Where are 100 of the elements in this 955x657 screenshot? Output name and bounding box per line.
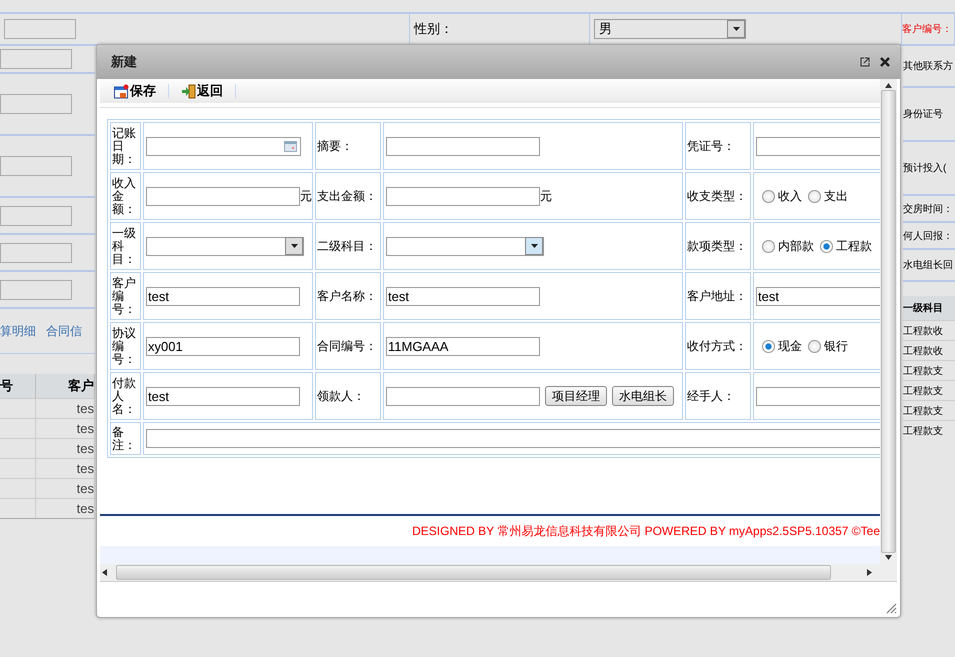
pick-button[interactable]: 项目经理 <box>545 386 607 406</box>
input-field[interactable] <box>0 94 72 114</box>
table-cell: tes <box>36 438 95 458</box>
radio-button[interactable] <box>762 240 775 252</box>
table-cell: tes <box>36 498 95 518</box>
column-header: 客户 <box>36 374 95 398</box>
gender-select[interactable]: 男 <box>594 19 746 39</box>
scroll-thumb[interactable] <box>116 565 831 580</box>
table-cell <box>0 478 36 498</box>
field-label: 协议编号： <box>110 322 141 370</box>
caret-down-icon <box>530 244 538 248</box>
radio-label: 收入 <box>778 188 802 204</box>
table-cell: 工程款支 <box>903 420 955 440</box>
scroll-thumb[interactable] <box>881 90 896 553</box>
field-label: 收付方式： <box>685 322 751 370</box>
radio-label: 银行 <box>824 338 848 354</box>
field-label: 身份证号 <box>903 88 955 142</box>
field-label: 何人回报： <box>903 223 955 250</box>
radio-button[interactable] <box>820 240 833 252</box>
text-field[interactable] <box>756 136 880 156</box>
field-label: 水电组长回 <box>903 250 955 282</box>
field-label: 二级科目： <box>315 222 381 270</box>
column-header: 号 <box>0 374 36 398</box>
select-field[interactable] <box>146 236 304 256</box>
table-cell: tes <box>36 398 95 418</box>
credits-text: DESIGNED BY 常州易龙信息科技有限公司 POWERED BY myApps2.5SP5.10357 ©Tee <box>412 522 880 540</box>
calendar-icon[interactable] <box>284 140 297 152</box>
field-label: 凭证号： <box>685 122 751 170</box>
text-field[interactable]: xy001 <box>146 336 300 356</box>
field-label: 款项类型： <box>685 222 751 270</box>
input-field[interactable] <box>0 156 72 176</box>
scroll-left-icon[interactable] <box>102 569 107 576</box>
tab-link[interactable]: 算明细 <box>0 322 36 340</box>
table-cell <box>0 458 36 478</box>
radio-button[interactable] <box>762 340 775 352</box>
radio-button[interactable] <box>808 190 821 202</box>
field-label: 备注： <box>110 422 141 455</box>
save-button[interactable]: 保存 <box>110 82 160 100</box>
field-label: 预计投入( <box>903 142 955 196</box>
table-cell <box>0 438 36 458</box>
radio-button[interactable] <box>808 340 821 352</box>
input-field[interactable] <box>0 280 72 300</box>
horizontal-scrollbar[interactable] <box>100 564 880 581</box>
input-field[interactable] <box>0 49 72 69</box>
remarks-field[interactable] <box>146 429 880 448</box>
exit-door-icon <box>181 84 196 98</box>
field-label: 收入金额： <box>110 172 141 220</box>
input-field[interactable] <box>4 19 76 39</box>
scroll-down-icon[interactable] <box>885 555 892 560</box>
input-field[interactable] <box>0 206 72 226</box>
text-field[interactable]: test <box>146 286 300 306</box>
date-field[interactable] <box>146 136 301 156</box>
table-cell: tes <box>36 478 95 498</box>
text-field[interactable]: 11MGAAA <box>386 336 540 356</box>
text-field[interactable] <box>756 386 880 406</box>
table-cell: tes <box>36 458 95 478</box>
scroll-right-icon[interactable] <box>867 569 872 576</box>
scroll-up-icon[interactable] <box>885 83 892 88</box>
field-label: 客户编号： <box>110 272 141 320</box>
radio-label: 现金 <box>778 338 802 354</box>
dropdown-button[interactable] <box>727 20 745 38</box>
field-label: 摘要： <box>315 122 381 170</box>
vertical-scrollbar[interactable] <box>880 79 897 564</box>
caret-down-icon <box>732 27 740 31</box>
text-field[interactable]: test <box>386 286 540 306</box>
field-label: 其他联系方 <box>903 46 955 88</box>
unit-label: 元 <box>540 188 552 204</box>
input-field[interactable] <box>0 242 72 262</box>
table-cell: 工程款支 <box>903 380 955 400</box>
field-label: 客户地址： <box>685 272 751 320</box>
field-label: 交房时间： <box>903 196 955 223</box>
radio-button[interactable] <box>762 190 775 202</box>
close-icon[interactable] <box>880 57 890 67</box>
unit-label: 元 <box>300 188 312 204</box>
field-label: 领款人： <box>315 372 381 420</box>
text-field[interactable] <box>386 136 540 156</box>
field-label: 合同编号： <box>315 322 381 370</box>
table-cell: 工程款收 <box>903 320 955 340</box>
text-field[interactable] <box>146 186 300 206</box>
save-icon <box>114 84 129 98</box>
caret-down-icon <box>290 244 298 248</box>
field-label: 一级科目： <box>110 222 141 270</box>
field-label: 客户编号： <box>902 14 955 44</box>
back-button[interactable]: 返回 <box>177 82 227 100</box>
field-label: 客户名称： <box>315 272 381 320</box>
popout-icon[interactable] <box>860 57 870 67</box>
text-field[interactable]: test <box>146 386 300 406</box>
select-field[interactable] <box>386 236 544 256</box>
text-field[interactable] <box>386 386 540 406</box>
radio-label: 支出 <box>824 188 848 204</box>
table-cell: 工程款收 <box>903 340 955 360</box>
tab-link[interactable]: 合同信 <box>46 322 82 340</box>
table-cell <box>0 498 36 518</box>
pick-button[interactable]: 水电组长 <box>612 386 674 406</box>
text-field[interactable] <box>386 186 540 206</box>
field-label: 经手人： <box>685 372 751 420</box>
field-label: 支出金额： <box>315 172 381 220</box>
text-field[interactable]: test <box>756 286 880 306</box>
table-cell: 工程款支 <box>903 400 955 420</box>
resize-grip-icon[interactable] <box>886 603 897 614</box>
